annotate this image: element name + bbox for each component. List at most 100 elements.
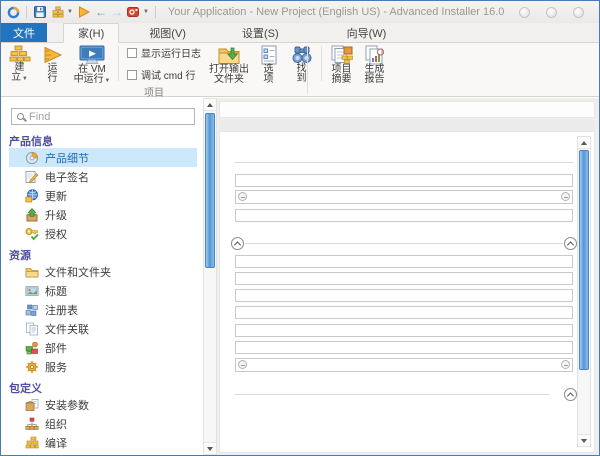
key-icon [25,227,39,241]
registry-cubes-icon [25,303,39,317]
window-controls [519,7,584,18]
divider [235,394,549,395]
scrollbar-thumb[interactable] [579,150,589,370]
tab-file[interactable]: 文件 [1,23,47,42]
options-page-icon [259,45,279,65]
run-icon[interactable] [77,5,91,19]
chevron-up-icon [234,241,241,248]
sidebar-item-file-associations[interactable]: 文件关联 [1,319,203,338]
sidebar-item-media[interactable]: 标题 [1,281,203,300]
images-icon [25,284,39,298]
checkbox-icon [127,70,137,80]
form-field-7[interactable] [235,306,573,319]
chevron-up-icon [567,241,574,248]
back-arrow-icon[interactable]: ← [95,6,107,18]
form-field-8[interactable] [235,324,573,337]
sidebar-item-files-and-folders[interactable]: 文件和文件夹 [1,262,203,281]
open-output-folder-button[interactable]: 打开输出 文件夹 [206,43,252,84]
form-field-3[interactable] [235,209,573,222]
build-report-button[interactable]: 生成 报告 [358,43,391,84]
run-button[interactable]: 运 行 [36,43,69,84]
sidebar-item-digital-signature[interactable]: 电子签名 [1,167,203,186]
field-end-icon[interactable] [561,360,570,369]
form-field-1[interactable] [235,174,573,187]
sidebar-item-upgrades[interactable]: 升级 [1,205,203,224]
main-panel [217,98,599,455]
scroll-down-button[interactable] [204,442,216,454]
field-end-icon[interactable] [238,192,247,201]
sidebar-item-services[interactable]: 服务 [1,357,203,376]
scroll-up-button[interactable] [204,99,216,111]
sidebar-scrollbar[interactable] [203,98,217,455]
scrollbar-track[interactable] [204,111,216,442]
collapse-section-button[interactable] [231,237,244,250]
notification-badge-icon[interactable] [127,5,141,19]
sidebar-item-product-details[interactable]: 产品细节 [9,148,197,167]
components-icon [25,341,39,355]
close-button[interactable] [573,7,584,18]
tab-home[interactable]: 家(H) [63,23,119,43]
run-play-icon [43,45,63,64]
open-output-folder-icon [217,45,241,65]
scroll-up-button[interactable] [578,137,590,149]
sidebar-item-install-parameters[interactable]: 安装参数 [1,395,203,414]
scroll-down-button[interactable] [578,434,590,446]
org-chart-icon [25,417,39,431]
binoculars-icon [291,45,313,64]
scrollbar-thumb[interactable] [205,113,215,268]
field-end-icon[interactable] [561,192,570,201]
forward-arrow-icon[interactable]: → [111,6,123,18]
divider [321,46,322,81]
build-button[interactable]: 建 立 ▼ [3,43,36,84]
form-field-2[interactable] [235,190,573,204]
field-end-icon[interactable] [238,360,247,369]
tab-view[interactable]: 视图(V) [135,23,200,42]
show-run-log-checkbox[interactable]: 显示运行日志 [127,45,201,60]
sidebar-item-builds[interactable]: 编译 [1,433,203,452]
tab-wizard[interactable]: 向导(W) [333,23,401,42]
tab-settings[interactable]: 设置(S) [228,23,293,42]
chevron-down-icon[interactable]: ▼ [67,9,73,15]
toolbar-strip [219,120,595,131]
sidebar-item-partial[interactable] [1,452,203,455]
chevron-down-icon[interactable]: ▼ [143,9,149,15]
collapse-section-button[interactable] [564,388,577,401]
sidebar-section-package-definition: 包定义 [1,376,203,395]
build-bricks-icon[interactable] [51,5,65,19]
minimize-button[interactable] [519,7,530,18]
app-logo-icon[interactable] [6,5,20,19]
content-scrollbar[interactable] [577,136,591,447]
search-box[interactable] [11,108,195,125]
form-field-10[interactable] [235,358,573,372]
project-summary-button[interactable]: 项目 摘要 [325,43,358,84]
run-in-vm-button[interactable]: 在 VM 中运行 ▼ [69,43,115,84]
form-field-5[interactable] [235,272,573,285]
divider [118,46,119,81]
bricks-icon [25,436,39,450]
scrollbar-track[interactable] [578,149,590,434]
form-field-9[interactable] [235,341,573,354]
navigation-sidebar: 产品信息 产品细节 电子签名 更新 [1,98,203,455]
sidebar-item-assemblies[interactable]: 部件 [1,338,203,357]
search-input[interactable] [29,111,189,123]
sidebar-section-resources: 资源 [1,243,203,262]
ribbon-tab-bar: 文件 家(H) 视图(V) 设置(S) 向导(W) [1,23,599,43]
signature-icon [25,170,39,184]
chevron-up-icon [567,392,574,399]
ribbon: 建 立 ▼ 运 行 在 VM 中运行 ▼ 显示 [1,43,599,97]
collapse-section-button[interactable] [564,237,577,250]
maximize-button[interactable] [546,7,557,18]
sidebar-item-registry[interactable]: 注册表 [1,300,203,319]
options-button[interactable]: 选 项 [252,43,285,84]
sidebar-item-updates[interactable]: 更新 [1,186,203,205]
sidebar-item-organization[interactable]: 组织 [1,414,203,433]
find-button[interactable]: 找 到 [285,43,318,84]
form-field-4[interactable] [235,255,573,268]
form-field-6[interactable] [235,289,573,302]
product-details-form [219,131,595,453]
sidebar-item-licensing[interactable]: 授权 [1,224,203,243]
divider [235,162,573,163]
cd-icon [25,151,39,165]
save-icon[interactable] [33,5,47,19]
debug-cmd-line-checkbox[interactable]: 调试 cmd 行 [127,67,201,82]
